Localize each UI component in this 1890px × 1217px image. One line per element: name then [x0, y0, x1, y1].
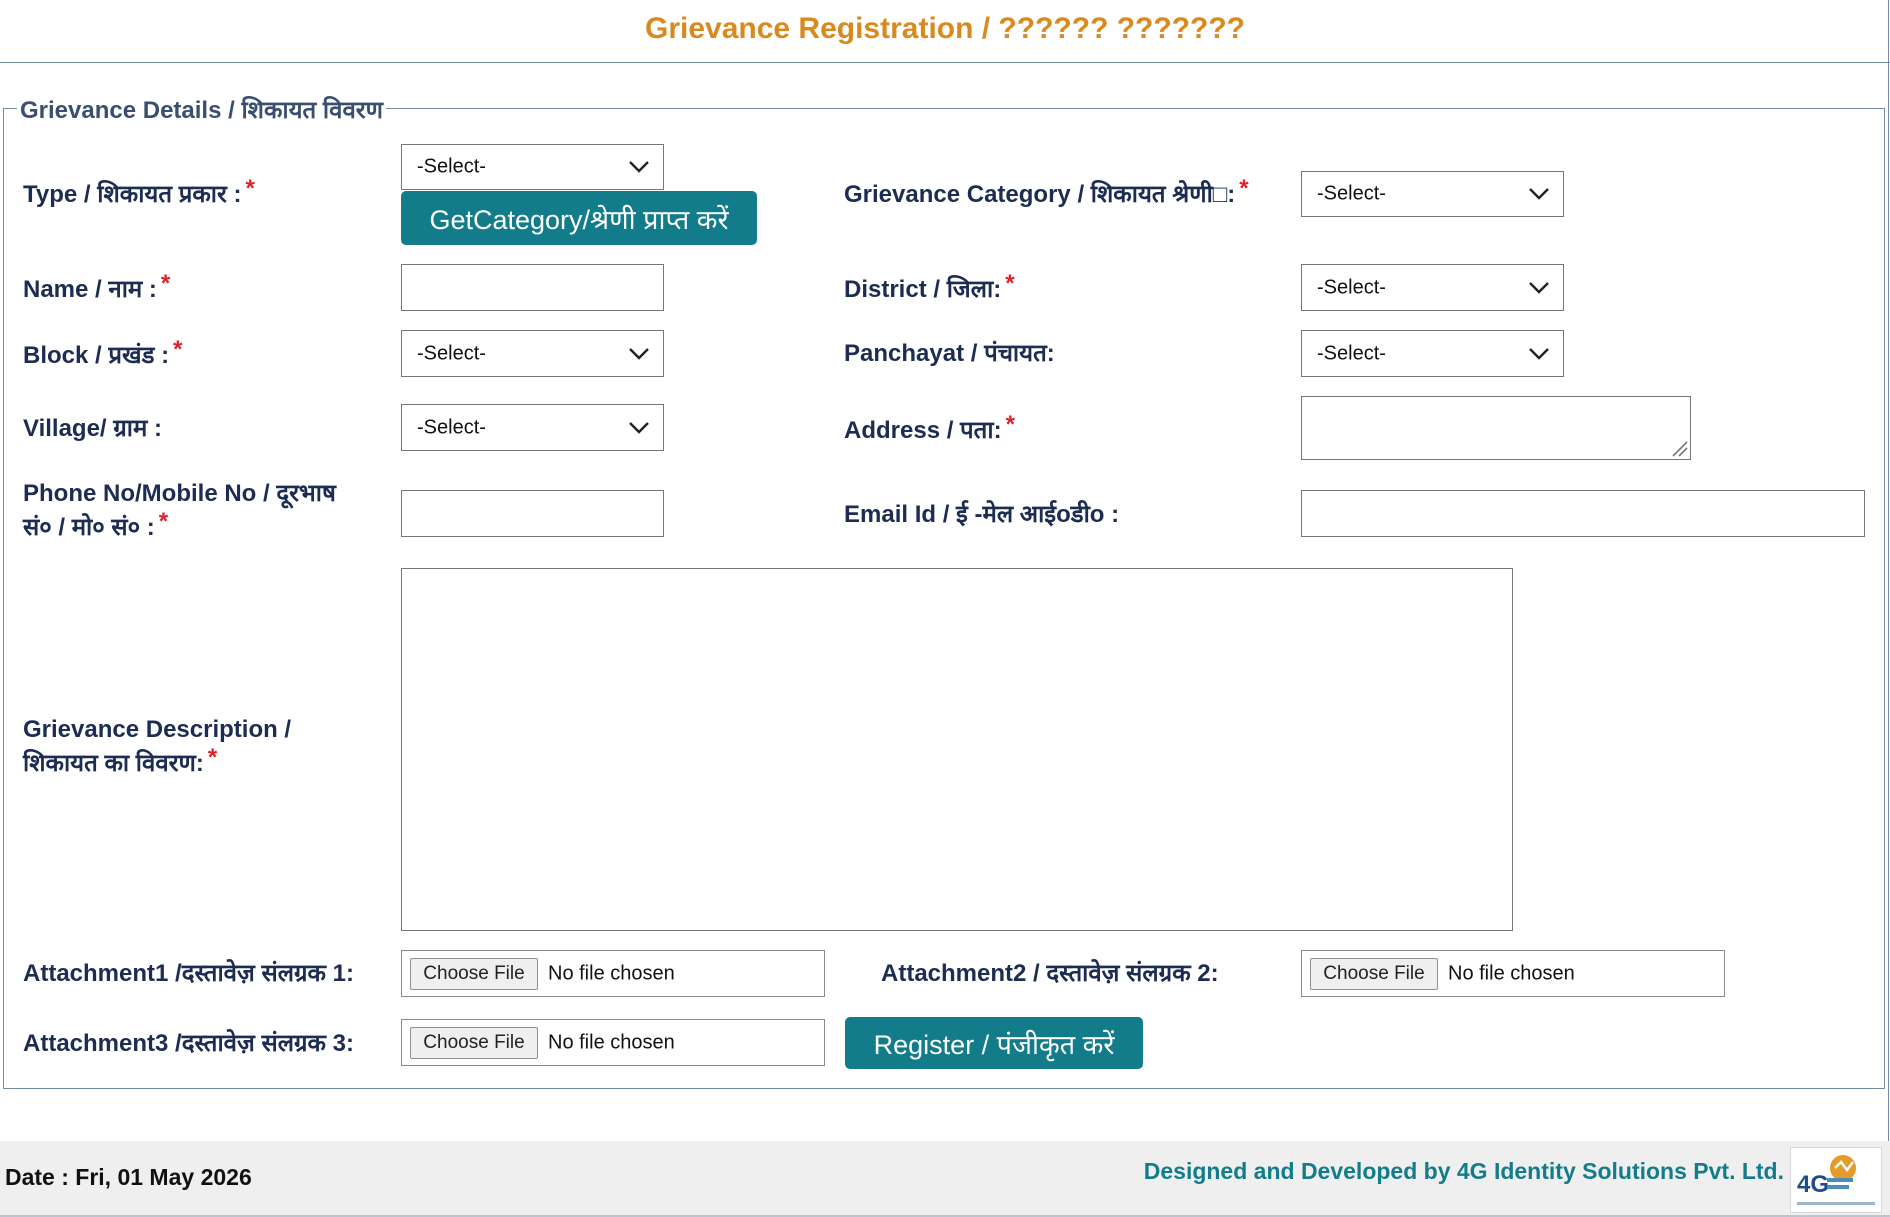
type-select-value: -Select-	[417, 155, 486, 178]
phone-input[interactable]	[401, 490, 664, 537]
choose-file-button[interactable]: Choose File	[410, 1027, 538, 1059]
footer-date: Date : Fri, 01 May 2026	[5, 1164, 252, 1190]
attachment2-label: Attachment2 / दस्तावेज़ संलग्रक 2:	[881, 960, 1219, 987]
chevron-down-icon	[1529, 347, 1549, 360]
required-marker: *	[1239, 175, 1249, 202]
get-category-button[interactable]: GetCategory/श्रेणी प्राप्त करें	[401, 191, 757, 245]
page-title: Grievance Registration / ?????? ???????	[644, 12, 1245, 45]
address-label: Address / पता: *	[844, 411, 1015, 444]
page-footer: Date : Fri, 01 May 2026 Designed and Dev…	[0, 1141, 1890, 1217]
file-status: No file chosen	[1448, 962, 1575, 984]
description-label: Grievance Description / शिकायत का विवरण:…	[23, 716, 292, 777]
file-status: No file chosen	[548, 962, 675, 984]
footer-credit: Designed and Developed by 4G Identity So…	[1143, 1158, 1784, 1184]
chevron-down-icon	[629, 421, 649, 434]
register-button[interactable]: Register / पंजीकृत करें	[845, 1017, 1143, 1069]
attachment3-file-input[interactable]: Choose File No file chosen	[401, 1019, 825, 1066]
attachment3-label: Attachment3 /दस्तावेज़ संलग्रक 3:	[23, 1030, 354, 1057]
grievance-category-select-value: -Select-	[1317, 182, 1386, 205]
email-label: Email Id / ई -मेल आईoडीo :	[844, 501, 1120, 528]
village-select[interactable]: -Select-	[401, 404, 664, 451]
attachment1-file-input[interactable]: Choose File No file chosen	[401, 950, 825, 997]
file-status: No file chosen	[548, 1031, 675, 1053]
chevron-down-icon	[629, 161, 649, 173]
choose-file-button[interactable]: Choose File	[1310, 958, 1438, 990]
company-logo: 4G	[1790, 1147, 1882, 1213]
district-label: District / जिला: *	[844, 270, 1015, 303]
district-select[interactable]: -Select-	[1301, 264, 1564, 311]
chevron-down-icon	[1529, 281, 1549, 294]
grievance-category-select[interactable]: -Select-	[1301, 171, 1564, 217]
email-input[interactable]	[1301, 490, 1865, 537]
name-label: Name / नाम : *	[23, 270, 171, 303]
grievance-category-label: Grievance Category / शिकायत श्रेणी□: *	[844, 175, 1249, 208]
fieldset-legend: Grievance Details / शिकायत विवरण	[17, 93, 386, 126]
required-marker: *	[158, 508, 169, 535]
required-marker: *	[245, 175, 255, 202]
block-select-value: -Select-	[417, 342, 486, 364]
required-marker: *	[1005, 270, 1015, 297]
required-marker: *	[160, 270, 171, 297]
logo-text: 4G	[1797, 1171, 1829, 1198]
required-marker: *	[207, 744, 218, 771]
type-label: Type / शिकायत प्रकार : *	[23, 175, 255, 208]
village-label: Village/ ग्राम :	[23, 415, 163, 442]
panchayat-select-value: -Select-	[1317, 342, 1386, 364]
chevron-down-icon	[1529, 188, 1549, 200]
chevron-down-icon	[629, 347, 649, 360]
address-textarea[interactable]	[1301, 396, 1691, 460]
right-border	[1888, 0, 1889, 1217]
panchayat-select[interactable]: -Select-	[1301, 330, 1564, 377]
village-select-value: -Select-	[417, 416, 486, 438]
attachment2-file-input[interactable]: Choose File No file chosen	[1301, 950, 1725, 997]
phone-label: Phone No/Mobile No / दूरभाष सं० / मो० सं…	[23, 480, 336, 541]
required-marker: *	[173, 336, 183, 363]
grievance-registration-page: Grievance Registration / ?????? ??????? …	[0, 0, 1890, 1217]
attachment1-label: Attachment1 /दस्तावेज़ संलग्रक 1:	[23, 960, 354, 987]
logo-graphic: 4G	[1797, 1155, 1875, 1205]
page-header: Grievance Registration / ?????? ???????	[0, 0, 1890, 63]
block-label: Block / प्रखंड : *	[23, 336, 183, 369]
required-marker: *	[1005, 411, 1015, 438]
block-select[interactable]: -Select-	[401, 330, 664, 377]
type-select[interactable]: -Select-	[401, 144, 664, 190]
choose-file-button[interactable]: Choose File	[410, 958, 538, 990]
district-select-value: -Select-	[1317, 276, 1386, 298]
name-input[interactable]	[401, 264, 664, 311]
resize-grip-icon[interactable]	[1670, 439, 1688, 457]
description-textarea[interactable]	[401, 568, 1513, 931]
panchayat-label: Panchayat / पंचायत:	[844, 340, 1055, 367]
